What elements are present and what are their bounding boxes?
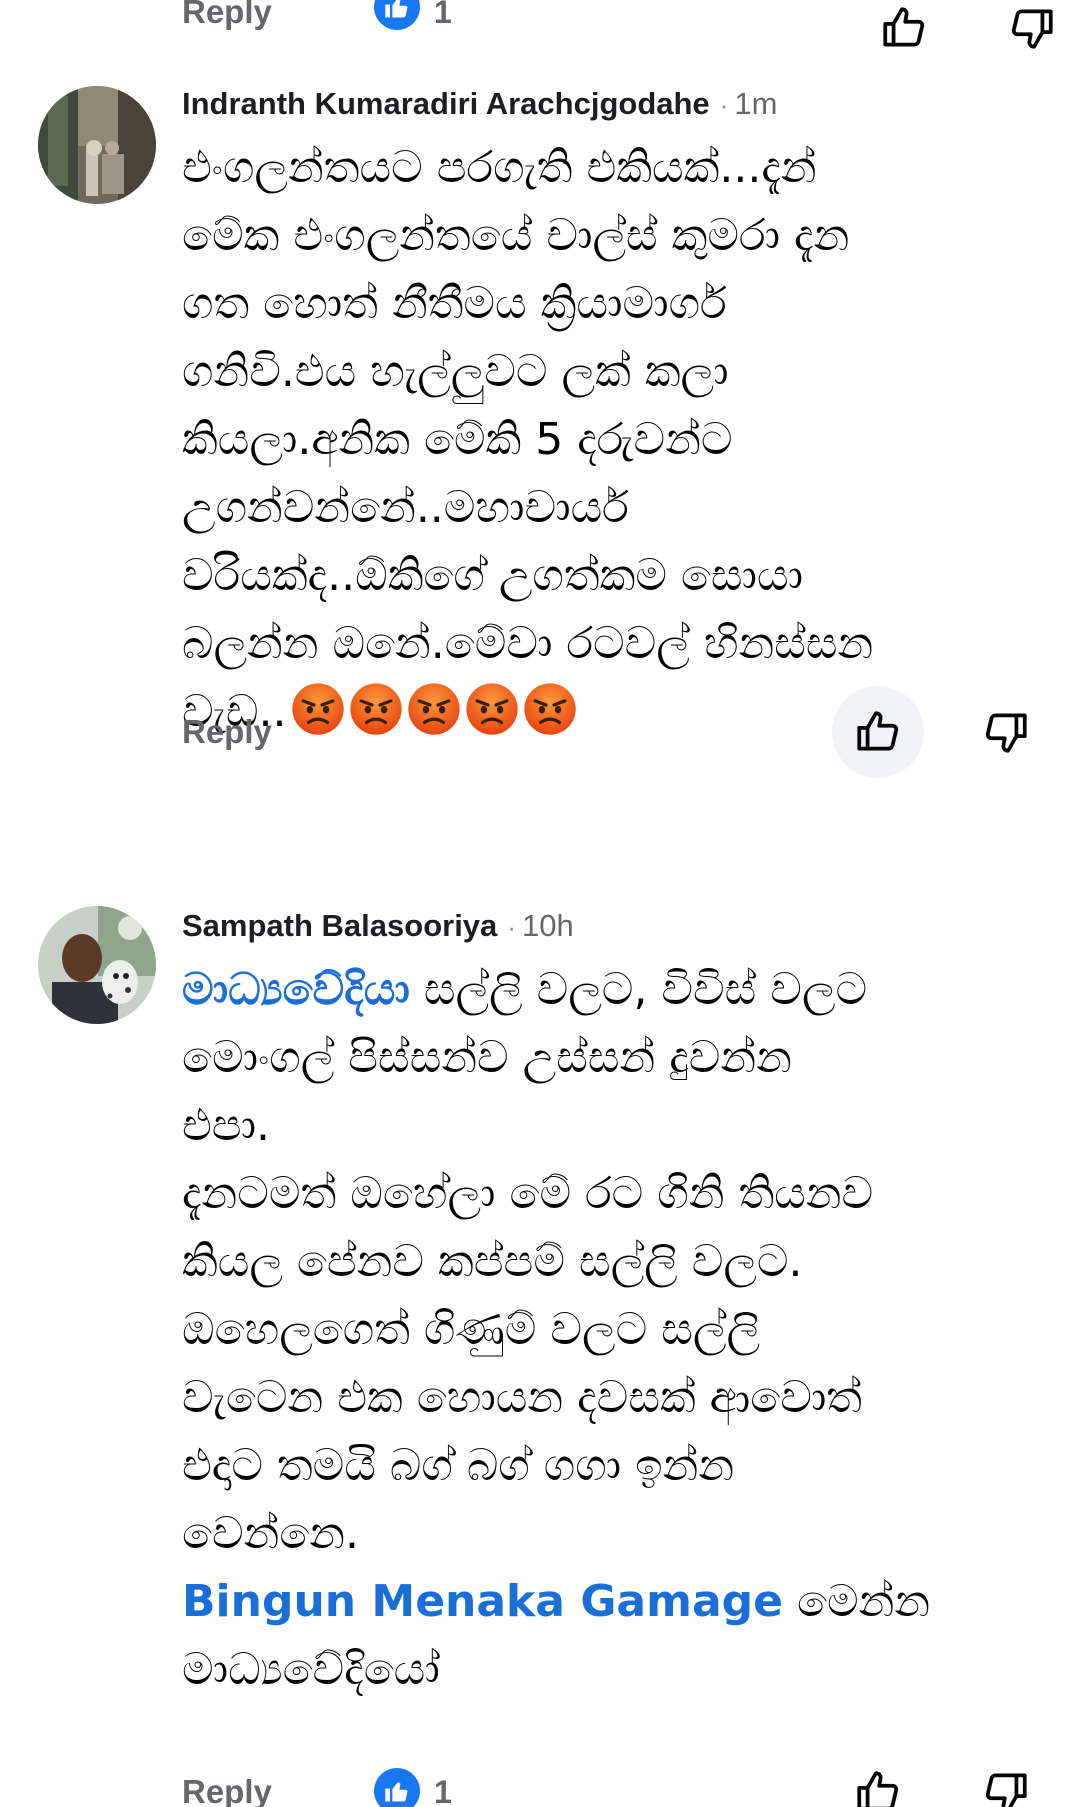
timestamp[interactable]: 10h [522, 908, 574, 943]
previous-comment-actions: Reply 1 [0, 0, 1080, 49]
thumbs-down-icon [985, 1773, 1027, 1807]
comment-line: එපා. [182, 1100, 271, 1151]
thumbs-up-icon [385, 1782, 408, 1802]
comment-line: මාධ්‍යවේදියෝ [182, 1644, 440, 1695]
comment-text: මාධ්‍යවේදියා සල්ලි වලට, විවිස් වලට මොංගල… [182, 956, 1042, 1704]
separator-dot: · [719, 90, 729, 120]
comments-thread: Reply 1 Indranth Kumaradiri Arachcjgodah… [0, 0, 1080, 1807]
comment-line: එදාට තමයි බග් බග් ගගා ඉන්න [182, 1440, 735, 1491]
timestamp[interactable]: 1m [734, 86, 777, 121]
thumbs-down-icon [1011, 9, 1053, 49]
comment-line: එංගලන්තයට පරගැති එකියක්...දැන් [182, 142, 817, 193]
like-reaction-badge[interactable] [374, 1768, 420, 1807]
comment-line: මාධ්‍යවේදියා සල්ලි වලට, විවිස් වලට [182, 956, 1042, 1024]
thumbs-up-icon [857, 711, 899, 751]
author-name[interactable]: Indranth Kumaradiri Arachcjgodahe [182, 86, 710, 121]
comment-line: මේක එංගලන්තයේ චාල්ස් කුමරා දැන [182, 210, 850, 261]
like-reaction-badge[interactable] [374, 0, 420, 30]
comment-line: උගන්වන්නේ..මහාචාර්ය [182, 482, 629, 533]
comment-line: කියල පේනව කප්පම් සල්ලි වලට. [182, 1236, 803, 1287]
like-count: 1 [434, 0, 452, 30]
comment-line: දැනටමත් ඔහේලා මේ රට ගිනි තියනව [182, 1168, 874, 1219]
reply-button[interactable]: Reply [182, 0, 272, 32]
comment-line: වෙන්නෙ. [182, 1508, 360, 1559]
comment-header: Sampath Balasooriya · 10h [182, 906, 574, 947]
comment-line: කියලා.අනික මේකි 5 දරුවන්ට [182, 414, 733, 465]
thumbs-up-icon [385, 0, 408, 18]
comment-line-text: මෙන්න [783, 1576, 931, 1627]
like-count: 1 [434, 1774, 452, 1807]
comment-line: වැටෙන එක හොයන දවසක් ආවොත් [182, 1372, 863, 1423]
comment-line: මොංගල් පිස්සන්ව උස්සන් දුවන්න [182, 1032, 792, 1083]
comment-header: Indranth Kumaradiri Arachcjgodahe · 1m [182, 84, 777, 125]
comment-line: ඔහෙලගෙත් ගිණුම් වලට සල්ලි [182, 1304, 761, 1355]
dislike-button[interactable] [960, 1746, 1052, 1807]
comment-text: එංගලන්තයට පරගැති එකියක්...දැන් මේක එංගලන… [182, 134, 1042, 748]
thumbs-up-icon [857, 1771, 899, 1807]
avatar[interactable] [38, 906, 156, 1024]
like-button[interactable] [832, 686, 924, 778]
comment-line: බලන්න ඔනේ.මේවා රටවල් හිනස්සන [182, 618, 874, 669]
like-button[interactable] [858, 0, 950, 74]
dislike-button[interactable] [960, 686, 1052, 778]
reply-button[interactable]: Reply [182, 712, 272, 752]
dislike-button[interactable] [986, 0, 1078, 74]
comment-actions: Reply [0, 686, 1080, 778]
comment-line-text: සල්ලි වලට, විවිස් වලට [409, 964, 868, 1015]
mention-link[interactable]: Bingun Menaka Gamage [182, 1576, 783, 1627]
like-button[interactable] [832, 1746, 924, 1807]
avatar[interactable] [38, 86, 156, 204]
comment-line: ගනිවි.එය හැල්ලුවට ලක් කලා [182, 346, 729, 397]
mention-link[interactable]: මාධ්‍යවේදියා [182, 964, 410, 1015]
separator-dot: · [507, 912, 516, 942]
comment-line: Bingun Menaka Gamage මෙන්න [182, 1568, 1042, 1636]
reply-button[interactable]: Reply [182, 1772, 272, 1807]
comment-actions: Reply 1 [0, 1752, 1080, 1807]
author-name[interactable]: Sampath Balasooriya [182, 908, 497, 943]
thumbs-down-icon [985, 713, 1027, 753]
comment-line: වරියක්ද..ඕකිගේ උගත්කම සොයා [182, 550, 804, 601]
thumbs-up-icon [883, 7, 925, 47]
comment-line: ගත හොත් නීතීමය ක්‍රියාමාර්ග [182, 278, 727, 329]
